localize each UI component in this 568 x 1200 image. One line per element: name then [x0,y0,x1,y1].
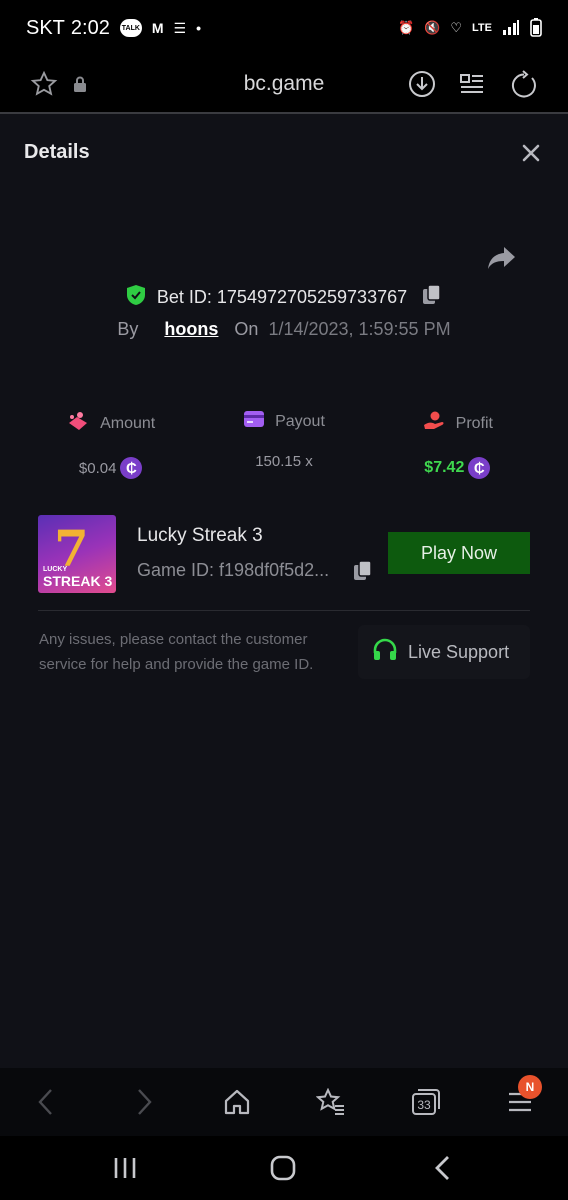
stat-value: $7.42 [424,459,465,476]
mute-icon: 🔇 [424,20,441,35]
headset-icon [372,638,398,667]
coin-icon: ₵ [120,457,143,479]
bet-id-text: Bet ID: 1754972705259733767 [157,287,407,308]
game-id-text: Game ID: f198df0f5d2... [137,560,329,581]
tabs-icon[interactable]: 33 [408,1084,444,1120]
stat-profit: Profit $7.42 ₵ [371,386,544,486]
stat-payout-value-row: 150.15 x [255,453,313,470]
status-left: SKT 2:02 TALK M ☰ • [26,17,201,40]
live-support-button[interactable]: Live Support [358,625,530,679]
copy-icon[interactable] [352,560,374,582]
menu-notification-icon: ☰ [173,19,187,36]
stat-label: Payout [275,412,325,430]
home-icon[interactable] [219,1084,255,1120]
system-back-icon[interactable] [425,1152,461,1184]
stat-amount: Amount $0.04 ₵ [24,386,197,486]
signal-icon [502,19,520,38]
browser-bottom-nav: 33 [0,1068,568,1136]
browser-toolbar: bc.game [0,56,568,114]
thumb-big-text: STREAK 3 [43,573,113,589]
system-nav-bar [0,1136,568,1200]
stat-value: $0.04 [78,459,117,477]
game-id-value: f198df0f5d2... [219,560,330,580]
copy-icon[interactable] [421,284,443,311]
amount-icon [66,410,90,437]
battery-icon [530,17,542,40]
stat-label: Profit [455,414,493,432]
stat-profit-label-row: Profit [422,410,493,437]
bookmarks-icon[interactable] [313,1084,349,1120]
tab-count: 33 [417,1098,431,1112]
home-button-icon[interactable] [265,1152,301,1184]
stat-amount-value-row: $0.04 ₵ [79,457,143,479]
live-support-label: Live Support [408,641,510,662]
stat-payout-label-row: Payout [243,410,325,433]
stat-profit-value-row: $7.42 ₵ [424,457,491,479]
reload-icon[interactable] [508,68,540,100]
username-link[interactable]: hoons [164,319,218,340]
forward-icon[interactable] [126,1084,162,1120]
dot-icon: • [196,20,201,36]
profit-icon [422,410,446,437]
stat-value: 150.15 x [255,453,313,470]
recent-apps-icon[interactable] [107,1152,143,1184]
status-bar: SKT 2:02 TALK M ☰ • ⏰ 🔇 ♡ LTE [0,0,568,56]
download-icon[interactable] [406,68,438,100]
shield-check-icon [125,284,147,311]
bet-author-row: By hoons On 1/14/2023, 1:59:55 PM [0,319,568,340]
coin-icon: ₵ [468,457,491,479]
talk-icon: TALK [119,19,142,37]
share-icon[interactable] [486,244,518,274]
stat-label: Amount [100,414,156,432]
by-label: By [117,319,139,339]
play-now-button[interactable]: Play Now [388,532,530,574]
bet-id-row: Bet ID: 1754972705259733767 [0,284,568,311]
bet-stats: Amount $0.04 ₵ Payout 150.15 x Profit $7… [24,386,544,486]
payout-card-icon [243,410,265,433]
location-icon: ♡ [450,20,463,35]
carrier-label: SKT [26,16,65,39]
game-thumbnail[interactable]: 7 LUCKY STREAK 3 [38,515,116,593]
thumb-small-text: LUCKY [43,566,68,573]
bet-id-value: 1754972705259733767 [216,287,408,307]
on-label: On [234,319,259,339]
panel-title: Details [24,141,90,163]
game-name[interactable]: Lucky Streak 3 [137,525,263,547]
notification-badge: N [518,1075,542,1099]
alarm-icon: ⏰ [398,20,415,35]
clock: 2:02 [70,16,110,39]
game-id-label: Game ID: [137,560,215,580]
divider [38,610,530,611]
bet-date: 1/14/2023, 1:59:55 PM [268,319,451,339]
bet-id-label: Bet ID: [156,287,212,307]
back-icon[interactable] [28,1084,64,1120]
mail-icon: M [151,20,164,36]
details-panel: Details Bet ID: 1754972705259733767 By h… [0,114,568,1068]
reader-mode-icon[interactable] [456,68,488,100]
network-label: LTE [472,22,492,34]
close-icon[interactable] [518,140,544,166]
stat-payout: Payout 150.15 x [197,386,370,486]
status-right: ⏰ 🔇 ♡ LTE [398,17,542,40]
help-text: Any issues, please contact the customer … [39,631,314,673]
stat-amount-label-row: Amount [66,410,155,437]
